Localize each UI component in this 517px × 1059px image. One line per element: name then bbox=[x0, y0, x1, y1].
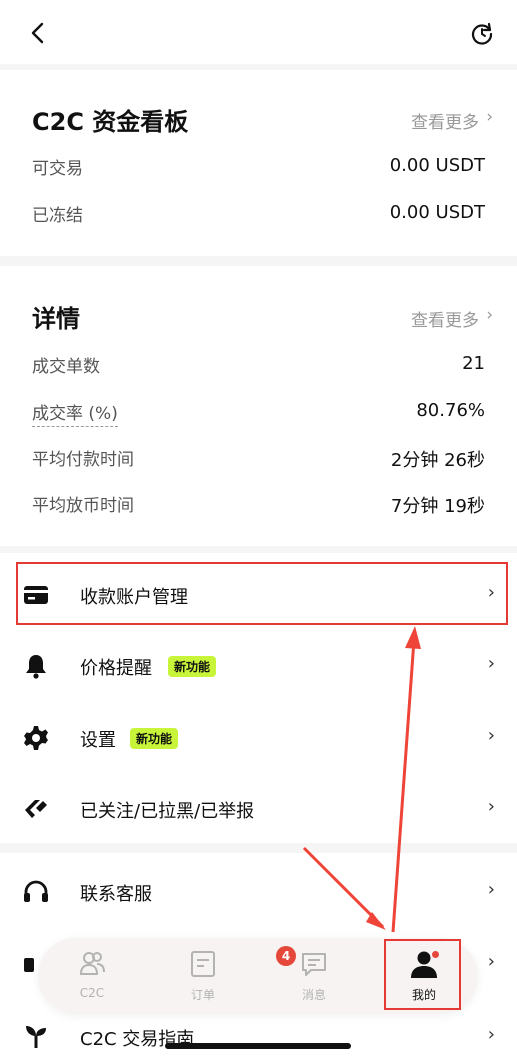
completion-rate-label[interactable]: 成交率 (%) bbox=[32, 399, 118, 427]
home-indicator bbox=[165, 1043, 351, 1049]
chevron-right-icon: › bbox=[487, 725, 495, 746]
message-icon bbox=[302, 953, 326, 976]
people-icon bbox=[79, 952, 105, 975]
details-card: 详情 查看更多 › 成交单数 21 成交率 (%) 80.76% 平均付款时间 … bbox=[0, 266, 517, 546]
tab-c2c[interactable]: C2C bbox=[52, 950, 132, 1006]
funds-view-more-link[interactable]: 查看更多 bbox=[411, 108, 479, 133]
messages-count-badge: 4 bbox=[276, 946, 296, 966]
avg-pay-time-value: 2分钟 26秒 bbox=[390, 450, 485, 471]
chevron-right-icon: › bbox=[487, 951, 495, 972]
annotation-highlight-box bbox=[16, 562, 508, 625]
gear-icon bbox=[24, 726, 48, 750]
headset-icon bbox=[24, 880, 48, 902]
orders-count-value: 21 bbox=[462, 353, 485, 374]
annotation-tab-highlight-box bbox=[384, 939, 461, 1010]
chevron-right-icon: › bbox=[486, 107, 493, 127]
tradable-value: 0.00 USDT bbox=[389, 155, 485, 176]
menu-item-label: 设置 bbox=[80, 730, 116, 751]
tab-label: C2C bbox=[79, 986, 105, 1000]
tab-orders[interactable]: 订单 bbox=[163, 950, 243, 1006]
bell-icon bbox=[26, 655, 46, 679]
chevron-right-icon: › bbox=[487, 1024, 495, 1045]
details-title: 详情 bbox=[32, 305, 80, 333]
chevron-right-icon: › bbox=[487, 653, 495, 674]
refresh-icon[interactable] bbox=[469, 21, 495, 47]
back-icon[interactable] bbox=[26, 20, 50, 46]
tab-label: 订单 bbox=[190, 988, 215, 1002]
top-bar bbox=[0, 0, 517, 64]
avg-pay-time-label: 平均付款时间 bbox=[32, 450, 134, 470]
menu-item-label: 联系客服 bbox=[80, 884, 152, 905]
avg-release-time-label: 平均放币时间 bbox=[32, 496, 134, 516]
order-icon bbox=[191, 951, 215, 977]
completion-rate-value: 80.76% bbox=[416, 400, 485, 421]
chevron-right-icon: › bbox=[486, 305, 493, 325]
frozen-label: 已冻结 bbox=[32, 206, 83, 226]
orders-count-label: 成交单数 bbox=[32, 357, 100, 377]
new-feature-badge: 新功能 bbox=[168, 656, 217, 677]
funds-dashboard-title: C2C 资金看板 bbox=[32, 108, 189, 136]
tab-label: 消息 bbox=[301, 988, 326, 1002]
sprout-icon bbox=[26, 1026, 46, 1048]
menu-item-price-alert[interactable]: 价格提醒 新功能 › bbox=[0, 630, 517, 702]
chevron-right-icon: › bbox=[487, 796, 495, 817]
new-feature-badge: 新功能 bbox=[130, 728, 179, 749]
tag-icon bbox=[25, 800, 47, 818]
chevron-right-icon: › bbox=[487, 879, 495, 900]
funds-dashboard-card: C2C 资金看板 查看更多 › 可交易 0.00 USDT 已冻结 0.00 U… bbox=[0, 70, 517, 256]
menu-item-label: 价格提醒 bbox=[80, 658, 152, 679]
menu-item-label: 已关注/已拉黑/已举报 bbox=[80, 801, 255, 822]
avg-release-time-value: 7分钟 19秒 bbox=[390, 496, 485, 517]
menu-item-followed-blocked-reported[interactable]: 已关注/已拉黑/已举报 › bbox=[0, 773, 517, 845]
tradable-label: 可交易 bbox=[32, 159, 83, 179]
menu-item-settings[interactable]: 设置 新功能 › bbox=[0, 702, 517, 774]
menu-item-customer-service[interactable]: 联系客服 › bbox=[0, 855, 517, 927]
details-view-more-link[interactable]: 查看更多 bbox=[411, 306, 479, 331]
frozen-value: 0.00 USDT bbox=[389, 202, 485, 223]
